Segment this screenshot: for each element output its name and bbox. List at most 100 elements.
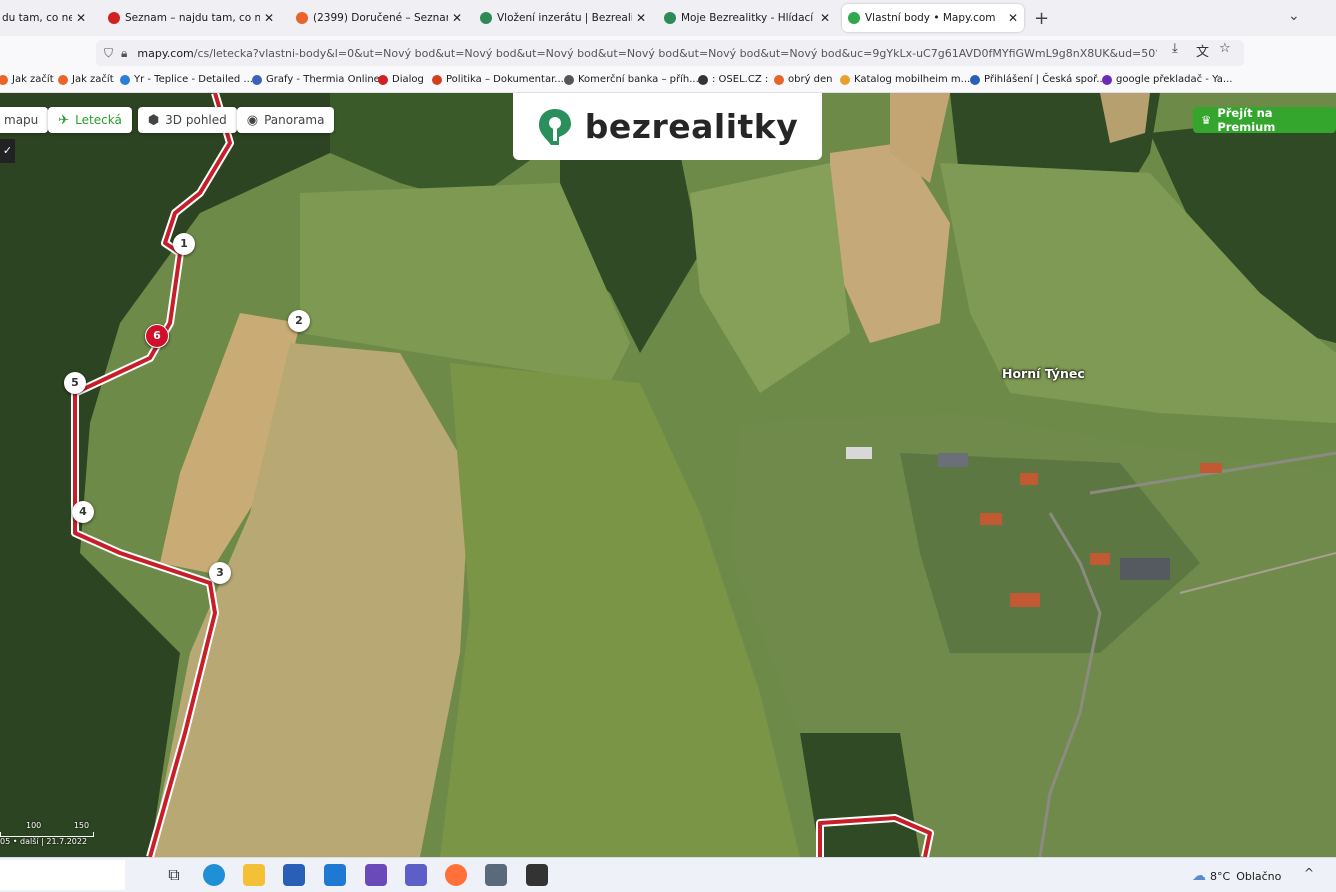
cube-icon: ⬢	[147, 112, 160, 128]
bookmark-item[interactable]: Jak začít	[0, 74, 54, 85]
check-icon[interactable]: ✓	[0, 139, 15, 163]
bookmark-icon	[840, 74, 850, 85]
bookmark-icon	[970, 74, 980, 85]
bookmark-label: Jak začít	[12, 74, 54, 85]
new-tab-button[interactable]: +	[1034, 8, 1049, 29]
bookmark-icon	[698, 74, 708, 85]
url-bar[interactable]: ⛉ 🔒︎ mapy.com/cs/letecka?vlastni-body&l=…	[96, 40, 1244, 66]
edge-icon[interactable]	[203, 864, 225, 886]
premium-button[interactable]: ♛ Přejít na Premium	[1193, 106, 1336, 134]
bookmark-icon	[564, 74, 574, 85]
bookmarks-bar: Jak začít Jak začít Yr - Teplice - Detai…	[0, 70, 1336, 93]
cloud-icon: ☁	[1192, 868, 1206, 884]
tab-label: Seznam – najdu tam, co neznán	[125, 12, 260, 24]
tab-label: Vložení inzerátu | Bezrealitky	[497, 12, 632, 24]
bookmark-label: Grafy - Thermia Online	[266, 74, 380, 85]
teams-icon[interactable]	[405, 864, 427, 886]
bookmark-item[interactable]: Komerční banka – příh...	[564, 74, 699, 85]
weather-temp: 8°C	[1210, 869, 1231, 883]
tab-4[interactable]: Vložení inzerátu | Bezrealitky ✕	[474, 4, 652, 32]
tab-5[interactable]: Moje Bezrealitky - Hlídací pes ✕	[658, 4, 836, 32]
bookmark-item[interactable]: Dialog	[378, 74, 424, 85]
scale-label: 150	[73, 821, 90, 830]
aerial-map[interactable]	[0, 93, 1336, 857]
map-type-label: 3D pohled	[165, 113, 227, 127]
shield-icon[interactable]: ⛉	[104, 46, 113, 61]
close-icon[interactable]: ✕	[264, 11, 274, 25]
taskbar: ⧉ ☁ 8°C Oblačno ^	[0, 857, 1336, 892]
navigation-bar: ⛉ 🔒︎ mapy.com/cs/letecka?vlastni-body&l=…	[0, 36, 1336, 70]
taskbar-search[interactable]	[0, 860, 125, 890]
download-icon[interactable]: ⤓	[1172, 41, 1178, 56]
tab-list-button[interactable]: ⌄	[1288, 8, 1300, 24]
bookmark-item[interactable]: Katalog mobilheim m...	[840, 74, 970, 85]
outlook-icon[interactable]	[324, 864, 346, 886]
close-icon[interactable]: ✕	[1008, 11, 1018, 25]
star-icon[interactable]: ☆	[1219, 41, 1231, 56]
bookmark-icon	[1102, 74, 1112, 85]
close-icon[interactable]: ✕	[636, 11, 646, 25]
bezrealitky-logo: bezrealitky	[513, 93, 822, 160]
bezrealitky-icon	[664, 12, 676, 24]
bookmark-item[interactable]: google překladač - Ya...	[1102, 74, 1232, 85]
route-point-2[interactable]: 2	[288, 310, 310, 332]
bookmark-label: google překladač - Ya...	[1116, 74, 1233, 85]
bookmark-item[interactable]: obrý den	[774, 74, 833, 85]
lock-icon[interactable]: 🔒︎	[121, 46, 127, 61]
bookmark-icon	[252, 74, 262, 85]
calculator-icon[interactable]	[485, 864, 507, 886]
map-type-3d[interactable]: ⬢ 3D pohled	[137, 107, 237, 133]
firefox-icon[interactable]	[445, 864, 467, 886]
bookmark-item[interactable]: Grafy - Thermia Online	[252, 74, 380, 85]
tab-label: du tam, co neznán	[2, 12, 72, 24]
store-icon[interactable]	[283, 864, 305, 886]
email-icon	[296, 12, 308, 24]
tab-label: (2399) Doručené – Seznam Ema	[313, 12, 448, 24]
route-point-4[interactable]: 4	[72, 501, 94, 523]
crown-icon: ♛	[1201, 113, 1212, 127]
tab-6-active[interactable]: Vlastní body • Mapy.com ✕	[842, 4, 1024, 32]
translate-icon[interactable]: 文	[1196, 41, 1209, 60]
weather-widget[interactable]: ☁ 8°C Oblačno	[1192, 868, 1281, 884]
close-icon[interactable]: ✕	[452, 11, 462, 25]
url-text[interactable]: mapy.com/cs/letecka?vlastni-body&l=0&ut=…	[137, 47, 1157, 60]
close-icon[interactable]: ✕	[76, 11, 86, 25]
bookmark-label: Yr - Teplice - Detailed ...	[134, 74, 253, 85]
bookmark-icon	[0, 74, 8, 85]
tab-label: Moje Bezrealitky - Hlídací pes	[681, 12, 816, 24]
map-type-switcher: mapu ✈ Letecká ⬢ 3D pohled ◉ Panorama	[0, 107, 335, 133]
route-point-6-selected[interactable]: 6	[145, 324, 169, 348]
logo-text: bezrealitky	[584, 107, 799, 146]
bookmark-item[interactable]: Přihlášení | Česká spoř...	[970, 74, 1106, 85]
bookmark-label: Katalog mobilheim m...	[854, 74, 971, 85]
map-view[interactable]: mapu ✈ Letecká ⬢ 3D pohled ◉ Panorama ✓ …	[0, 93, 1336, 857]
task-view-icon[interactable]: ⧉	[163, 864, 185, 886]
map-type-map[interactable]: mapu	[0, 107, 49, 133]
bookmark-icon	[432, 74, 442, 85]
route-point-1[interactable]: 1	[173, 233, 195, 255]
bookmark-item[interactable]: Jak začít	[58, 74, 114, 85]
bookmark-item[interactable]: Politika – Dokumentar...	[432, 74, 564, 85]
pin-key-icon	[538, 108, 571, 145]
map-type-aerial[interactable]: ✈ Letecká	[48, 107, 132, 133]
map-scale: 100 150 05 • další | 21.7.2022	[0, 821, 94, 846]
bookmark-item[interactable]: : OSEL.CZ :	[698, 74, 768, 85]
tab-1[interactable]: du tam, co neznán ✕	[0, 4, 92, 32]
photos-icon[interactable]	[365, 864, 387, 886]
bookmark-item[interactable]: Yr - Teplice - Detailed ...	[120, 74, 253, 85]
seznam-icon	[108, 12, 120, 24]
tab-3[interactable]: (2399) Doručené – Seznam Ema ✕	[290, 4, 468, 32]
bookmark-label: Přihlášení | Česká spoř...	[984, 74, 1106, 85]
bookmark-icon	[120, 74, 130, 85]
close-icon[interactable]: ✕	[820, 11, 830, 25]
map-type-panorama[interactable]: ◉ Panorama	[236, 107, 335, 133]
bookmark-label: Dialog	[392, 74, 424, 85]
tab-2[interactable]: Seznam – najdu tam, co neznán ✕	[102, 4, 280, 32]
7zip-icon[interactable]	[526, 864, 548, 886]
bookmark-label: Politika – Dokumentar...	[446, 74, 564, 85]
map-copyright: 05 • další | 21.7.2022	[0, 837, 88, 846]
route-point-5[interactable]: 5	[64, 372, 86, 394]
route-point-3[interactable]: 3	[209, 562, 231, 584]
file-explorer-icon[interactable]	[243, 864, 265, 886]
chevron-up-icon[interactable]: ^	[1304, 866, 1314, 880]
